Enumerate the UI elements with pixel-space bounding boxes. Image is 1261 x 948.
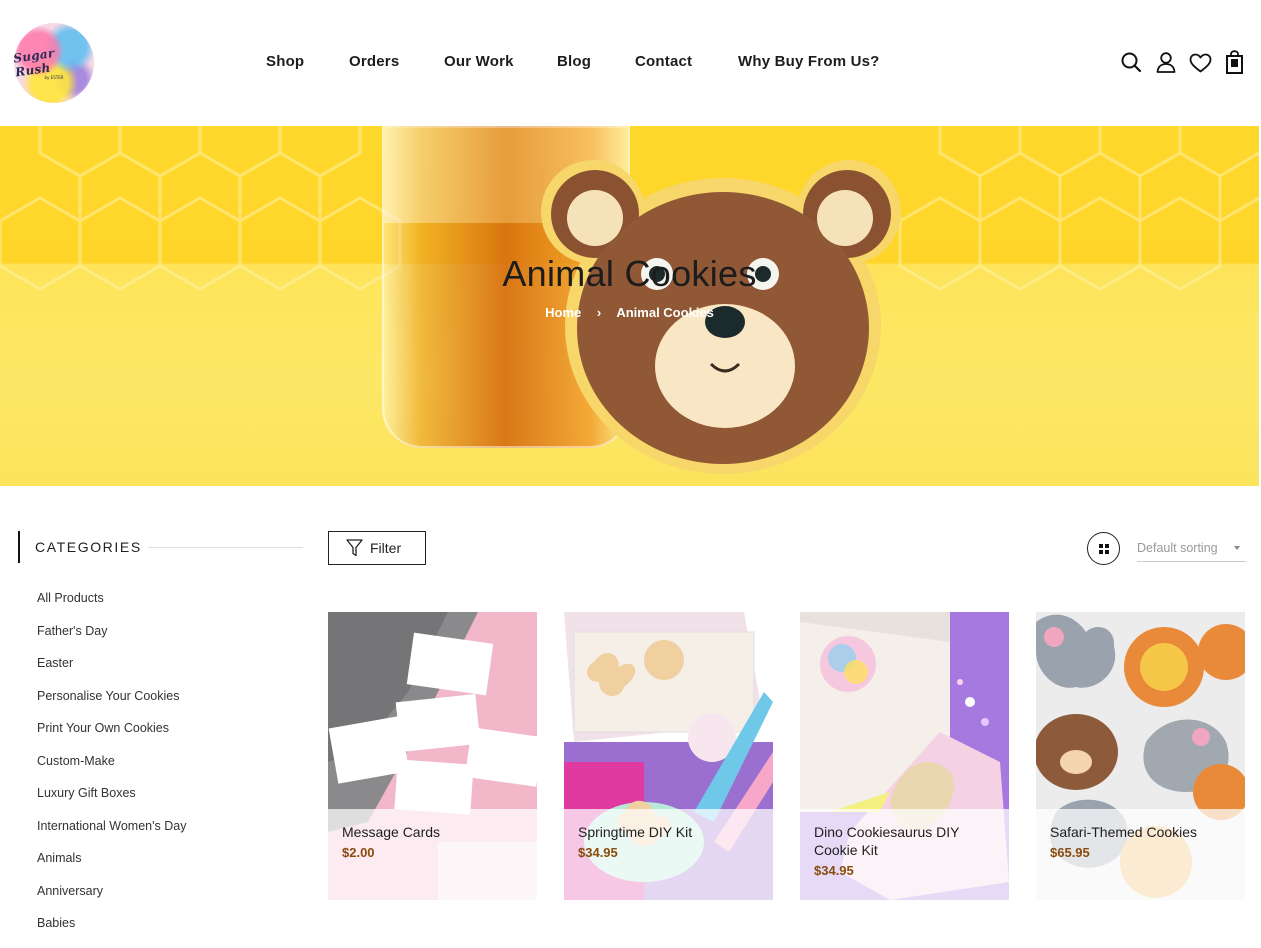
breadcrumb-separator-icon: › xyxy=(596,305,602,320)
logo-subtext: by ESTER xyxy=(44,75,64,80)
product-price: $34.95 xyxy=(814,863,854,878)
category-personalise[interactable]: Personalise Your Cookies xyxy=(37,688,186,721)
product-name[interactable]: Safari-Themed Cookies xyxy=(1050,823,1231,841)
account-icon[interactable] xyxy=(1155,51,1177,73)
categories-title: CATEGORIES xyxy=(35,539,142,555)
filter-button[interactable]: Filter xyxy=(328,531,426,565)
product-card[interactable]: Message Cards $2.00 xyxy=(328,612,537,900)
filter-label: Filter xyxy=(370,540,402,556)
cart-bag-icon[interactable] xyxy=(1225,50,1244,74)
product-info: Message Cards $2.00 xyxy=(328,809,537,900)
product-name[interactable]: Message Cards xyxy=(342,823,523,841)
sort-select[interactable]: Default sorting xyxy=(1137,536,1246,562)
product-card[interactable]: Safari-Themed Cookies $65.95 xyxy=(1036,612,1245,900)
site-header: Sugar Rush by ESTER Shop Orders Our Work… xyxy=(0,0,1261,126)
breadcrumb-home[interactable]: Home xyxy=(545,305,581,320)
grid-icon xyxy=(1098,543,1109,554)
nav-orders[interactable]: Orders xyxy=(349,53,399,70)
nav-contact[interactable]: Contact xyxy=(635,53,692,70)
product-card[interactable]: Dino Cookiesaurus DIY Cookie Kit $34.95 xyxy=(800,612,1009,900)
category-luxury-gift-boxes[interactable]: Luxury Gift Boxes xyxy=(37,785,186,818)
grid-view-toggle[interactable] xyxy=(1087,532,1120,565)
category-print-your-own[interactable]: Print Your Own Cookies xyxy=(37,720,186,753)
nav-shop[interactable]: Shop xyxy=(266,53,304,70)
category-custom-make[interactable]: Custom-Make xyxy=(37,753,186,786)
heading-divider xyxy=(148,547,303,548)
product-price: $65.95 xyxy=(1050,845,1090,860)
product-price: $34.95 xyxy=(578,845,618,860)
product-name[interactable]: Springtime DIY Kit xyxy=(578,823,759,841)
page-title: Animal Cookies xyxy=(502,253,757,294)
product-info: Safari-Themed Cookies $65.95 xyxy=(1036,809,1245,900)
category-easter[interactable]: Easter xyxy=(37,655,186,688)
filter-funnel-icon xyxy=(346,539,363,557)
category-list: All Products Father's Day Easter Persona… xyxy=(37,590,186,948)
product-info: Springtime DIY Kit $34.95 xyxy=(564,809,773,900)
category-animals[interactable]: Animals xyxy=(37,850,186,883)
sort-selected-value: Default sorting xyxy=(1137,541,1218,555)
category-fathers-day[interactable]: Father's Day xyxy=(37,623,186,656)
product-name[interactable]: Dino Cookiesaurus DIY Cookie Kit xyxy=(814,823,995,859)
hero-banner: Animal Cookies Home › Animal Cookies xyxy=(0,126,1259,486)
search-icon[interactable] xyxy=(1120,51,1142,73)
category-international-womens-day[interactable]: International Women's Day xyxy=(37,818,186,851)
product-info: Dino Cookiesaurus DIY Cookie Kit $34.95 xyxy=(800,809,1009,900)
category-anniversary[interactable]: Anniversary xyxy=(37,883,186,916)
main-nav: Shop Orders Our Work Blog Contact Why Bu… xyxy=(0,53,1261,75)
nav-why-buy[interactable]: Why Buy From Us? xyxy=(738,53,880,70)
chevron-down-icon xyxy=(1234,546,1240,550)
product-price: $2.00 xyxy=(342,845,375,860)
category-all-products[interactable]: All Products xyxy=(37,590,186,623)
product-card[interactable]: Springtime DIY Kit $34.95 xyxy=(564,612,773,900)
nav-blog[interactable]: Blog xyxy=(557,53,591,70)
breadcrumb: Home › Animal Cookies xyxy=(0,305,1259,320)
breadcrumb-current: Animal Cookies xyxy=(616,305,714,320)
nav-our-work[interactable]: Our Work xyxy=(444,53,514,70)
categories-heading: CATEGORIES xyxy=(18,531,303,563)
wishlist-heart-icon[interactable] xyxy=(1189,53,1212,73)
category-babies[interactable]: Babies xyxy=(37,915,186,948)
